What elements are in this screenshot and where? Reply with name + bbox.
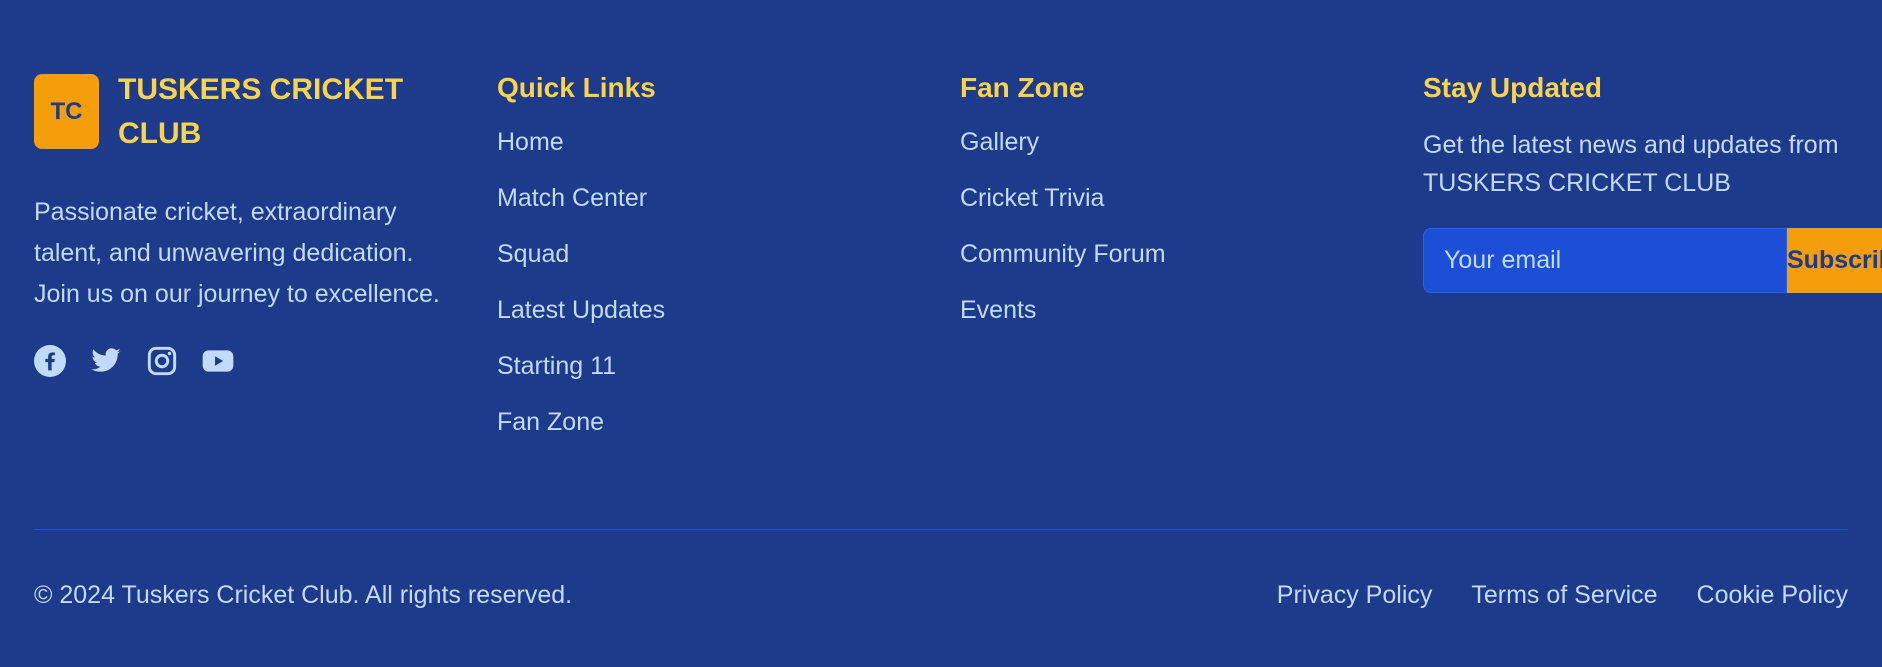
footer-columns: TC TUSKERS CRICKET CLUB Passionate crick… <box>34 68 1882 488</box>
fan-zone-link-gallery[interactable]: Gallery <box>960 126 1400 158</box>
brand: TC TUSKERS CRICKET CLUB <box>34 68 474 156</box>
social-links <box>34 345 474 377</box>
quick-link-match-center[interactable]: Match Center <box>497 182 937 214</box>
privacy-policy-link[interactable]: Privacy Policy <box>1277 581 1433 610</box>
quick-link-fan-zone[interactable]: Fan Zone <box>497 406 937 438</box>
footer-divider <box>34 529 1848 530</box>
footer-bottom-bar: © 2024 Tuskers Cricket Club. All rights … <box>34 581 1848 610</box>
quick-link-latest-updates[interactable]: Latest Updates <box>497 294 937 326</box>
quick-links-list: Home Match Center Squad Latest Updates S… <box>497 126 937 438</box>
newsletter-description: Get the latest news and updates from TUS… <box>1423 131 1839 197</box>
twitter-icon[interactable] <box>90 345 122 377</box>
club-tagline: Passionate cricket, extraordinary talent… <box>34 198 440 308</box>
facebook-icon[interactable] <box>34 345 66 377</box>
quick-links-column: Quick Links Home Match Center Squad Late… <box>497 68 937 462</box>
terms-of-service-link[interactable]: Terms of Service <box>1471 581 1657 610</box>
quick-link-home[interactable]: Home <box>497 126 937 158</box>
email-input[interactable] <box>1423 228 1787 293</box>
legal-links: Privacy Policy Terms of Service Cookie P… <box>1277 581 1848 610</box>
quick-link-squad[interactable]: Squad <box>497 238 937 270</box>
brand-column: TC TUSKERS CRICKET CLUB Passionate crick… <box>34 68 474 377</box>
fan-zone-link-community-forum[interactable]: Community Forum <box>960 238 1400 270</box>
quick-links-title: Quick Links <box>497 72 656 103</box>
newsletter-column: Stay Updated Get the latest news and upd… <box>1423 68 1882 293</box>
site-footer: TC TUSKERS CRICKET CLUB Passionate crick… <box>0 0 1882 667</box>
cookie-policy-link[interactable]: Cookie Policy <box>1697 581 1848 610</box>
instagram-icon[interactable] <box>146 345 178 377</box>
fan-zone-column: Fan Zone Gallery Cricket Trivia Communit… <box>960 68 1400 350</box>
club-logo[interactable]: TC <box>34 74 99 149</box>
fan-zone-link-cricket-trivia[interactable]: Cricket Trivia <box>960 182 1400 214</box>
newsletter-title: Stay Updated <box>1423 72 1602 103</box>
quick-link-starting-11[interactable]: Starting 11 <box>497 350 937 382</box>
subscribe-form: Subscribe <box>1423 228 1882 293</box>
youtube-icon[interactable] <box>202 345 234 377</box>
fan-zone-title: Fan Zone <box>960 72 1085 103</box>
subscribe-button[interactable]: Subscribe <box>1787 228 1882 293</box>
fan-zone-link-events[interactable]: Events <box>960 294 1400 326</box>
fan-zone-list: Gallery Cricket Trivia Community Forum E… <box>960 126 1400 326</box>
club-name: TUSKERS CRICKET CLUB <box>118 73 404 150</box>
copyright-text: © 2024 Tuskers Cricket Club. All rights … <box>34 581 573 609</box>
